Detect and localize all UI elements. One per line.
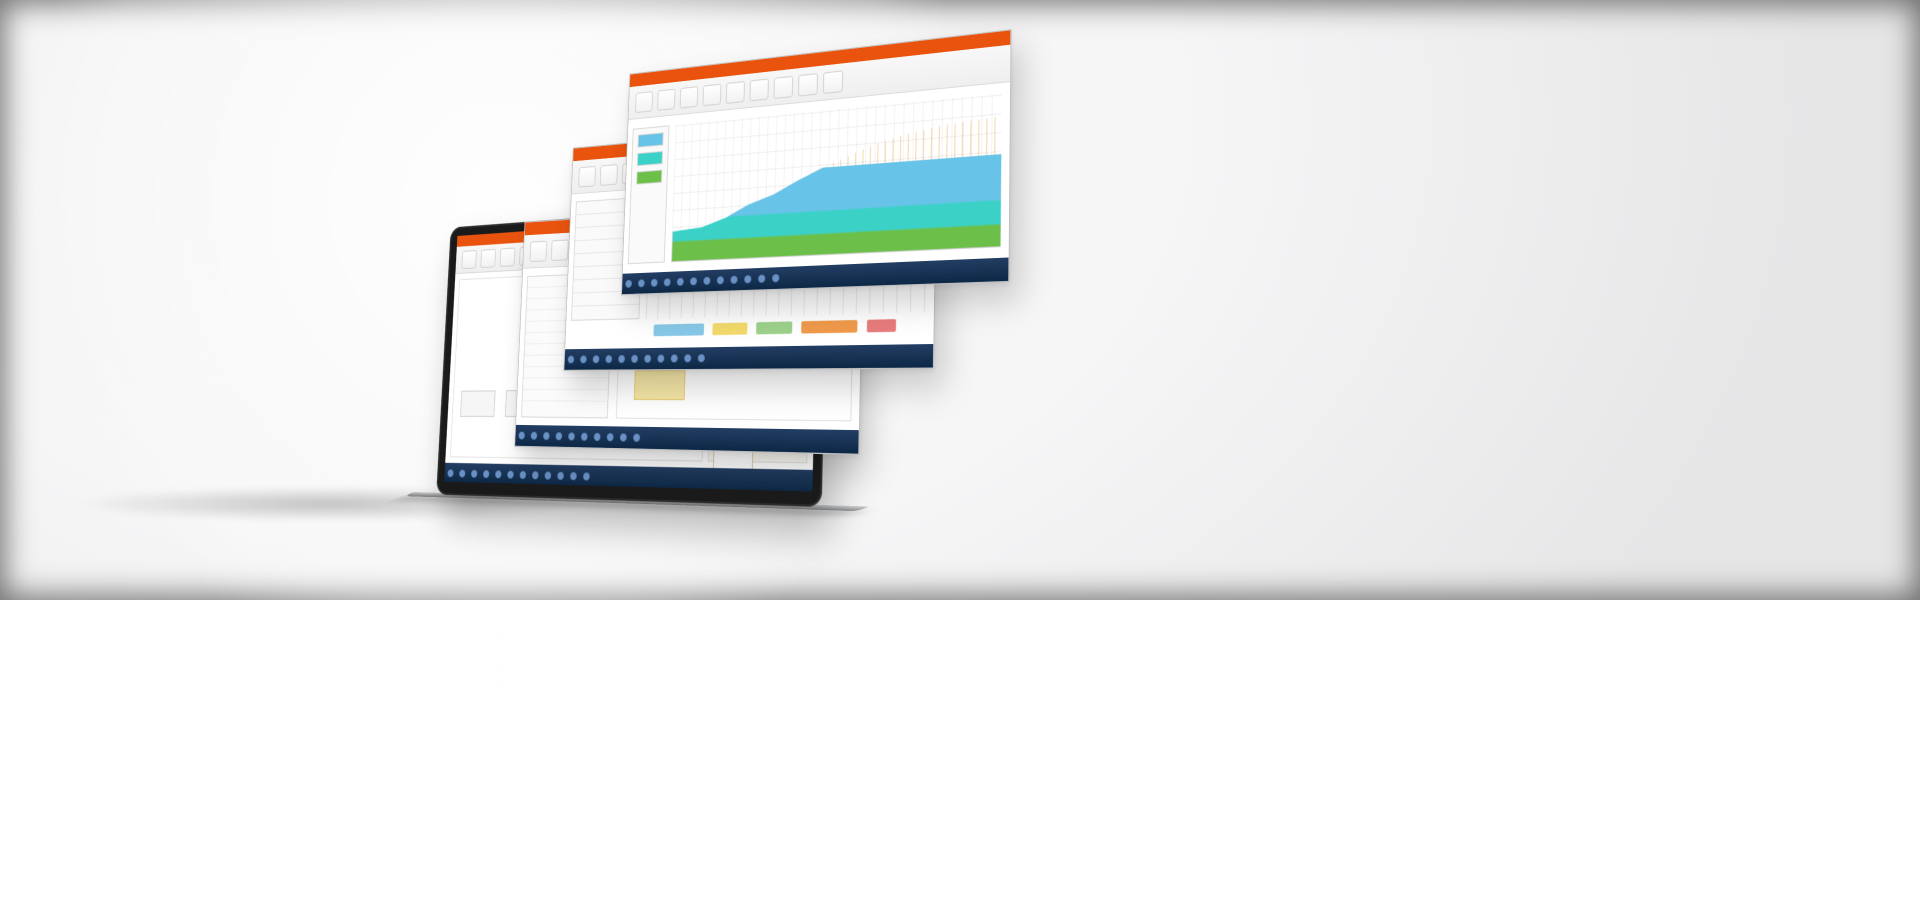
ribbon-button — [823, 70, 843, 94]
gantt-bar — [801, 320, 857, 334]
legend-swatch — [636, 170, 662, 185]
gantt-bar — [756, 321, 792, 334]
gantt-bar — [653, 323, 704, 336]
ribbon-button — [657, 88, 675, 110]
hero-banner — [0, 0, 1920, 600]
ribbon-button — [461, 250, 476, 269]
diagram-node — [460, 390, 496, 417]
diagram-node — [634, 370, 686, 400]
gantt-bar — [867, 319, 896, 332]
ribbon-button — [600, 164, 618, 186]
gantt-bar — [712, 322, 747, 335]
laptop-shadow — [70, 486, 590, 522]
floating-window-chart — [621, 29, 1011, 295]
legend-swatch — [638, 132, 664, 147]
ribbon-button — [480, 248, 496, 267]
ribbon-button — [703, 83, 722, 106]
ribbon-button — [798, 73, 818, 96]
legend-panel — [628, 125, 670, 264]
ribbon-button — [773, 75, 793, 98]
gantt-row — [645, 318, 926, 336]
ribbon-button — [551, 239, 569, 261]
perspective-stage — [380, 40, 1000, 560]
ribbon-button — [500, 247, 516, 266]
ribbon-button — [749, 78, 768, 101]
ribbon-button — [530, 240, 548, 261]
ribbon-button — [635, 91, 653, 113]
os-taskbar — [564, 344, 933, 370]
ribbon-button — [578, 165, 596, 187]
ribbon-button — [726, 81, 745, 104]
legend-swatch — [637, 151, 663, 166]
ribbon-button — [680, 86, 699, 108]
